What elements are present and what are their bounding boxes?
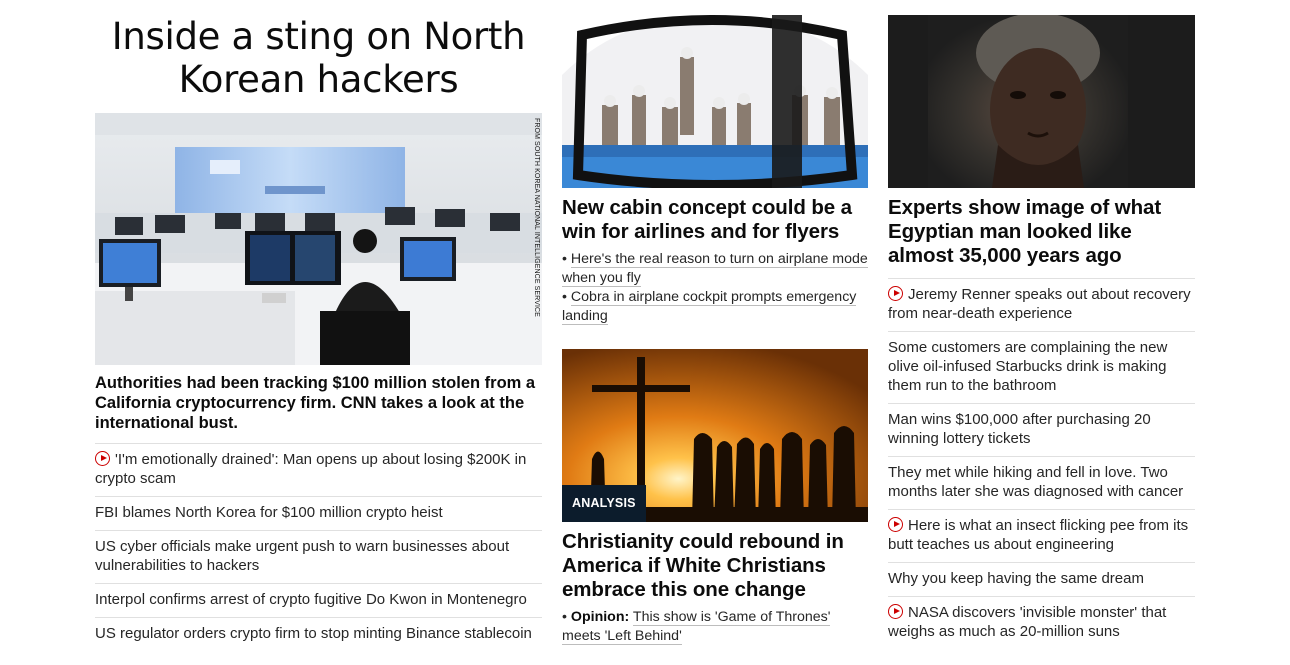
play-circle-icon xyxy=(95,451,110,466)
play-circle-icon xyxy=(888,604,903,619)
christianity-story-headline[interactable]: Christianity could rebound in America if… xyxy=(562,530,868,602)
list-item[interactable]: Man wins $100,000 after purchasing 20 wi… xyxy=(888,403,1195,456)
opinion-label: Opinion: xyxy=(570,609,630,625)
lead-story-image[interactable]: FROM SOUTH KOREA NATIONAL INTELLIGENCE S… xyxy=(95,113,542,365)
list-item[interactable]: 'I'm emotionally drained': Man opens up … xyxy=(95,443,542,496)
egypt-related-list: Jeremy Renner speaks out about recovery … xyxy=(888,278,1195,649)
play-circle-icon xyxy=(888,286,903,301)
lead-story-summary[interactable]: Authorities had been tracking $100 milli… xyxy=(95,373,542,443)
analysis-badge: ANALYSIS xyxy=(562,485,646,522)
cabin-sub-2[interactable]: • Cobra in airplane cockpit prompts emer… xyxy=(562,288,868,326)
play-circle-icon xyxy=(888,517,903,532)
list-item[interactable]: Here is what an insect flicking pee from… xyxy=(888,509,1195,562)
cabin-story-headline[interactable]: New cabin concept could be a win for air… xyxy=(562,196,868,244)
middle-column: New cabin concept could be a win for air… xyxy=(562,0,868,646)
image-credit: FROM SOUTH KOREA NATIONAL INTELLIGENCE S… xyxy=(533,118,540,317)
list-item[interactable]: FBI blames North Korea for $100 million … xyxy=(95,496,542,530)
right-column: Experts show image of what Egyptian man … xyxy=(888,0,1195,649)
egypt-story-headline[interactable]: Experts show image of what Egyptian man … xyxy=(888,196,1195,278)
list-item[interactable]: US cyber officials make urgent push to w… xyxy=(95,530,542,583)
list-item[interactable]: NASA discovers 'invisible monster' that … xyxy=(888,596,1195,649)
lead-story-title[interactable]: Inside a sting on North Korean hackers xyxy=(95,15,542,101)
lead-story: Inside a sting on North Korean hackers F… xyxy=(95,0,542,651)
cabin-sub-1[interactable]: • Here's the real reason to turn on airp… xyxy=(562,250,868,288)
list-item[interactable]: Why you keep having the same dream xyxy=(888,562,1195,596)
lead-related-list: 'I'm emotionally drained': Man opens up … xyxy=(95,443,542,651)
list-item[interactable]: They met while hiking and fell in love. … xyxy=(888,456,1195,509)
cabin-story-image[interactable] xyxy=(562,15,868,188)
list-item[interactable]: Jeremy Renner speaks out about recovery … xyxy=(888,278,1195,331)
list-item[interactable]: US regulator orders crypto firm to stop … xyxy=(95,617,542,651)
opinion-sub[interactable]: • Opinion: This show is 'Game of Thrones… xyxy=(562,608,868,646)
egypt-story-image[interactable] xyxy=(888,15,1195,188)
list-item[interactable]: Interpol confirms arrest of crypto fugit… xyxy=(95,583,542,617)
christianity-story-image[interactable]: ANALYSIS xyxy=(562,349,868,522)
list-item[interactable]: Some customers are complaining the new o… xyxy=(888,331,1195,403)
